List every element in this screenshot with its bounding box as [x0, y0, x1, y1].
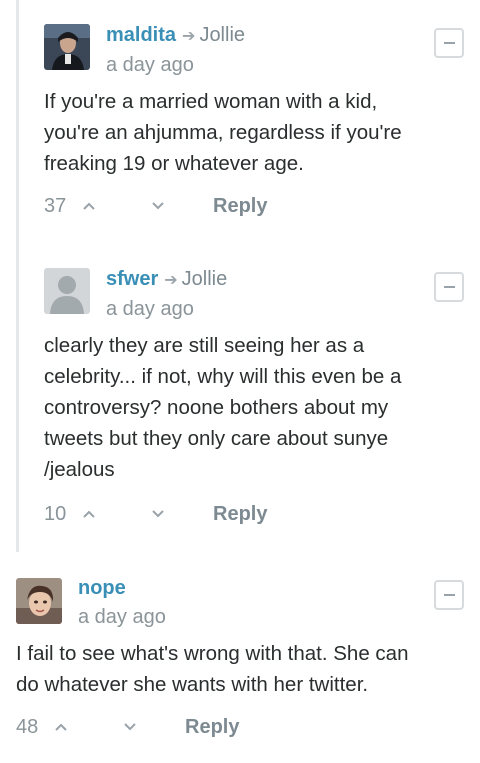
vote-count: 37: [44, 195, 67, 217]
chevron-up-icon[interactable]: [82, 201, 96, 211]
comment-body: I fail to see what's wrong with that. Sh…: [16, 638, 408, 700]
comment-body: If you're a married woman with a kid, yo…: [44, 86, 402, 179]
avatar[interactable]: [16, 578, 62, 624]
comment-line: freaking 19 or whatever age.: [44, 152, 304, 175]
reply-button[interactable]: Reply: [185, 715, 239, 739]
comment-line: celebrity... if not, why will this even …: [44, 365, 402, 388]
collapse-button[interactable]: [434, 28, 464, 58]
comment-header: nope: [78, 576, 126, 600]
reply-button[interactable]: Reply: [213, 194, 267, 218]
author-name[interactable]: nope: [78, 577, 126, 599]
comment-line: clearly they are still seeing her as a: [44, 334, 365, 357]
vote-count: 48: [16, 716, 39, 738]
comment-header: maldita ➔ Jollie: [106, 23, 245, 49]
chevron-down-icon[interactable]: [123, 722, 137, 732]
chevron-up-icon[interactable]: [82, 509, 96, 519]
comment-line: you're an ahjumma, regardless if you're: [44, 121, 402, 144]
minus-icon: [444, 594, 455, 596]
chevron-down-icon[interactable]: [151, 201, 165, 211]
minus-icon: [444, 286, 455, 288]
arrow-right-icon: ➔: [164, 272, 178, 289]
reply-to-name[interactable]: Jollie: [182, 268, 228, 290]
thread-indent-line: [16, 0, 19, 552]
comment-header: sfwer ➔ Jollie: [106, 267, 227, 293]
chevron-down-icon[interactable]: [151, 509, 165, 519]
minus-icon: [444, 42, 455, 44]
comment-body: clearly they are still seeing her as a c…: [44, 330, 401, 485]
chevron-up-icon[interactable]: [54, 722, 68, 732]
comment-line: do whatever she wants with her twitter.: [16, 673, 369, 696]
comment-line: If you're a married woman with a kid,: [44, 90, 378, 113]
timestamp[interactable]: a day ago: [106, 297, 194, 321]
comment-footer: 10 Reply: [0, 502, 480, 526]
timestamp[interactable]: a day ago: [78, 605, 166, 629]
collapse-button[interactable]: [434, 272, 464, 302]
author-name[interactable]: sfwer: [106, 268, 158, 290]
comment-footer: 37 Reply: [0, 194, 480, 218]
comment-line: tweets but they only care about sunye: [44, 427, 389, 450]
comment-line: controversy? noone bothers about my: [44, 396, 389, 419]
arrow-right-icon: ➔: [182, 28, 196, 45]
reply-to-name[interactable]: Jollie: [199, 24, 245, 46]
comment-footer: 48 Reply: [0, 715, 480, 739]
collapse-button[interactable]: [434, 580, 464, 610]
reply-button[interactable]: Reply: [213, 502, 267, 526]
author-name[interactable]: maldita: [106, 24, 176, 46]
comment-line: /jealous: [44, 458, 115, 481]
vote-count: 10: [44, 503, 67, 525]
avatar[interactable]: [44, 24, 90, 70]
timestamp[interactable]: a day ago: [106, 53, 194, 77]
comment-line: I fail to see what's wrong with that. Sh…: [16, 642, 409, 665]
avatar[interactable]: [44, 268, 90, 314]
